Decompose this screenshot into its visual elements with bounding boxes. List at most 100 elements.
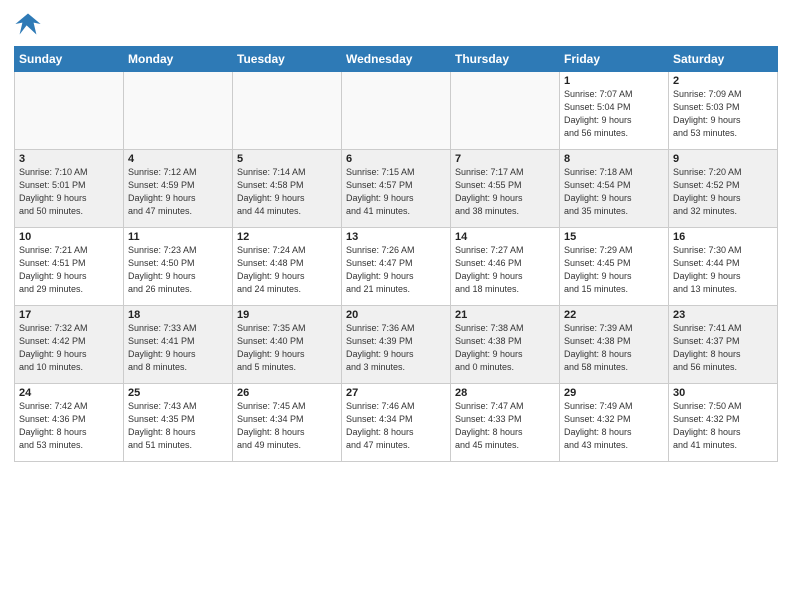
page-header bbox=[14, 10, 778, 38]
calendar-day-cell bbox=[451, 72, 560, 150]
calendar-day-cell: 4Sunrise: 7:12 AM Sunset: 4:59 PM Daylig… bbox=[124, 150, 233, 228]
day-number: 7 bbox=[455, 153, 555, 165]
day-info: Sunrise: 7:33 AM Sunset: 4:41 PM Dayligh… bbox=[128, 322, 228, 374]
day-number: 1 bbox=[564, 75, 664, 87]
day-number: 6 bbox=[346, 153, 446, 165]
calendar-day-cell: 13Sunrise: 7:26 AM Sunset: 4:47 PM Dayli… bbox=[342, 228, 451, 306]
day-info: Sunrise: 7:24 AM Sunset: 4:48 PM Dayligh… bbox=[237, 244, 337, 296]
calendar-day-cell: 19Sunrise: 7:35 AM Sunset: 4:40 PM Dayli… bbox=[233, 306, 342, 384]
day-info: Sunrise: 7:21 AM Sunset: 4:51 PM Dayligh… bbox=[19, 244, 119, 296]
day-number: 8 bbox=[564, 153, 664, 165]
calendar-day-cell: 18Sunrise: 7:33 AM Sunset: 4:41 PM Dayli… bbox=[124, 306, 233, 384]
calendar-day-cell: 7Sunrise: 7:17 AM Sunset: 4:55 PM Daylig… bbox=[451, 150, 560, 228]
day-info: Sunrise: 7:47 AM Sunset: 4:33 PM Dayligh… bbox=[455, 400, 555, 452]
day-info: Sunrise: 7:46 AM Sunset: 4:34 PM Dayligh… bbox=[346, 400, 446, 452]
day-info: Sunrise: 7:26 AM Sunset: 4:47 PM Dayligh… bbox=[346, 244, 446, 296]
calendar-day-cell: 3Sunrise: 7:10 AM Sunset: 5:01 PM Daylig… bbox=[15, 150, 124, 228]
day-info: Sunrise: 7:42 AM Sunset: 4:36 PM Dayligh… bbox=[19, 400, 119, 452]
day-info: Sunrise: 7:32 AM Sunset: 4:42 PM Dayligh… bbox=[19, 322, 119, 374]
calendar-weekday-header: Friday bbox=[560, 47, 669, 72]
calendar-day-cell bbox=[124, 72, 233, 150]
day-number: 12 bbox=[237, 231, 337, 243]
calendar-weekday-header: Monday bbox=[124, 47, 233, 72]
day-info: Sunrise: 7:45 AM Sunset: 4:34 PM Dayligh… bbox=[237, 400, 337, 452]
calendar-day-cell: 10Sunrise: 7:21 AM Sunset: 4:51 PM Dayli… bbox=[15, 228, 124, 306]
calendar-day-cell: 20Sunrise: 7:36 AM Sunset: 4:39 PM Dayli… bbox=[342, 306, 451, 384]
day-number: 21 bbox=[455, 309, 555, 321]
calendar-weekday-header: Thursday bbox=[451, 47, 560, 72]
day-info: Sunrise: 7:18 AM Sunset: 4:54 PM Dayligh… bbox=[564, 166, 664, 218]
logo-icon bbox=[14, 10, 42, 38]
day-number: 5 bbox=[237, 153, 337, 165]
day-info: Sunrise: 7:36 AM Sunset: 4:39 PM Dayligh… bbox=[346, 322, 446, 374]
calendar-day-cell: 5Sunrise: 7:14 AM Sunset: 4:58 PM Daylig… bbox=[233, 150, 342, 228]
calendar-week-row: 17Sunrise: 7:32 AM Sunset: 4:42 PM Dayli… bbox=[15, 306, 778, 384]
day-number: 24 bbox=[19, 387, 119, 399]
logo bbox=[14, 10, 46, 38]
calendar-day-cell: 27Sunrise: 7:46 AM Sunset: 4:34 PM Dayli… bbox=[342, 384, 451, 462]
day-number: 13 bbox=[346, 231, 446, 243]
day-info: Sunrise: 7:49 AM Sunset: 4:32 PM Dayligh… bbox=[564, 400, 664, 452]
calendar-day-cell: 15Sunrise: 7:29 AM Sunset: 4:45 PM Dayli… bbox=[560, 228, 669, 306]
calendar-weekday-header: Sunday bbox=[15, 47, 124, 72]
calendar-day-cell: 28Sunrise: 7:47 AM Sunset: 4:33 PM Dayli… bbox=[451, 384, 560, 462]
calendar-header-row: SundayMondayTuesdayWednesdayThursdayFrid… bbox=[15, 47, 778, 72]
calendar-day-cell: 1Sunrise: 7:07 AM Sunset: 5:04 PM Daylig… bbox=[560, 72, 669, 150]
day-info: Sunrise: 7:35 AM Sunset: 4:40 PM Dayligh… bbox=[237, 322, 337, 374]
day-number: 27 bbox=[346, 387, 446, 399]
day-info: Sunrise: 7:15 AM Sunset: 4:57 PM Dayligh… bbox=[346, 166, 446, 218]
calendar-day-cell: 16Sunrise: 7:30 AM Sunset: 4:44 PM Dayli… bbox=[669, 228, 778, 306]
calendar-day-cell: 25Sunrise: 7:43 AM Sunset: 4:35 PM Dayli… bbox=[124, 384, 233, 462]
day-info: Sunrise: 7:10 AM Sunset: 5:01 PM Dayligh… bbox=[19, 166, 119, 218]
calendar-week-row: 10Sunrise: 7:21 AM Sunset: 4:51 PM Dayli… bbox=[15, 228, 778, 306]
calendar-day-cell: 2Sunrise: 7:09 AM Sunset: 5:03 PM Daylig… bbox=[669, 72, 778, 150]
day-number: 14 bbox=[455, 231, 555, 243]
day-info: Sunrise: 7:38 AM Sunset: 4:38 PM Dayligh… bbox=[455, 322, 555, 374]
day-number: 28 bbox=[455, 387, 555, 399]
calendar-day-cell: 22Sunrise: 7:39 AM Sunset: 4:38 PM Dayli… bbox=[560, 306, 669, 384]
day-number: 11 bbox=[128, 231, 228, 243]
calendar-week-row: 24Sunrise: 7:42 AM Sunset: 4:36 PM Dayli… bbox=[15, 384, 778, 462]
day-info: Sunrise: 7:41 AM Sunset: 4:37 PM Dayligh… bbox=[673, 322, 773, 374]
calendar-week-row: 1Sunrise: 7:07 AM Sunset: 5:04 PM Daylig… bbox=[15, 72, 778, 150]
day-number: 30 bbox=[673, 387, 773, 399]
calendar-week-row: 3Sunrise: 7:10 AM Sunset: 5:01 PM Daylig… bbox=[15, 150, 778, 228]
calendar-day-cell: 11Sunrise: 7:23 AM Sunset: 4:50 PM Dayli… bbox=[124, 228, 233, 306]
day-number: 4 bbox=[128, 153, 228, 165]
day-number: 25 bbox=[128, 387, 228, 399]
calendar-day-cell: 17Sunrise: 7:32 AM Sunset: 4:42 PM Dayli… bbox=[15, 306, 124, 384]
day-info: Sunrise: 7:07 AM Sunset: 5:04 PM Dayligh… bbox=[564, 88, 664, 140]
day-number: 17 bbox=[19, 309, 119, 321]
calendar-day-cell bbox=[15, 72, 124, 150]
day-number: 29 bbox=[564, 387, 664, 399]
calendar-day-cell: 24Sunrise: 7:42 AM Sunset: 4:36 PM Dayli… bbox=[15, 384, 124, 462]
calendar-weekday-header: Saturday bbox=[669, 47, 778, 72]
day-number: 2 bbox=[673, 75, 773, 87]
day-number: 15 bbox=[564, 231, 664, 243]
day-info: Sunrise: 7:23 AM Sunset: 4:50 PM Dayligh… bbox=[128, 244, 228, 296]
day-info: Sunrise: 7:30 AM Sunset: 4:44 PM Dayligh… bbox=[673, 244, 773, 296]
calendar-weekday-header: Wednesday bbox=[342, 47, 451, 72]
day-info: Sunrise: 7:20 AM Sunset: 4:52 PM Dayligh… bbox=[673, 166, 773, 218]
day-info: Sunrise: 7:09 AM Sunset: 5:03 PM Dayligh… bbox=[673, 88, 773, 140]
calendar-day-cell: 23Sunrise: 7:41 AM Sunset: 4:37 PM Dayli… bbox=[669, 306, 778, 384]
day-number: 23 bbox=[673, 309, 773, 321]
calendar-day-cell: 26Sunrise: 7:45 AM Sunset: 4:34 PM Dayli… bbox=[233, 384, 342, 462]
calendar-day-cell: 21Sunrise: 7:38 AM Sunset: 4:38 PM Dayli… bbox=[451, 306, 560, 384]
day-number: 9 bbox=[673, 153, 773, 165]
day-number: 18 bbox=[128, 309, 228, 321]
day-number: 26 bbox=[237, 387, 337, 399]
day-info: Sunrise: 7:29 AM Sunset: 4:45 PM Dayligh… bbox=[564, 244, 664, 296]
day-number: 10 bbox=[19, 231, 119, 243]
day-info: Sunrise: 7:50 AM Sunset: 4:32 PM Dayligh… bbox=[673, 400, 773, 452]
calendar-day-cell: 14Sunrise: 7:27 AM Sunset: 4:46 PM Dayli… bbox=[451, 228, 560, 306]
day-number: 16 bbox=[673, 231, 773, 243]
calendar-day-cell bbox=[233, 72, 342, 150]
day-number: 20 bbox=[346, 309, 446, 321]
calendar-day-cell: 29Sunrise: 7:49 AM Sunset: 4:32 PM Dayli… bbox=[560, 384, 669, 462]
calendar-day-cell: 9Sunrise: 7:20 AM Sunset: 4:52 PM Daylig… bbox=[669, 150, 778, 228]
calendar-day-cell: 6Sunrise: 7:15 AM Sunset: 4:57 PM Daylig… bbox=[342, 150, 451, 228]
calendar-day-cell: 30Sunrise: 7:50 AM Sunset: 4:32 PM Dayli… bbox=[669, 384, 778, 462]
day-number: 22 bbox=[564, 309, 664, 321]
day-info: Sunrise: 7:17 AM Sunset: 4:55 PM Dayligh… bbox=[455, 166, 555, 218]
